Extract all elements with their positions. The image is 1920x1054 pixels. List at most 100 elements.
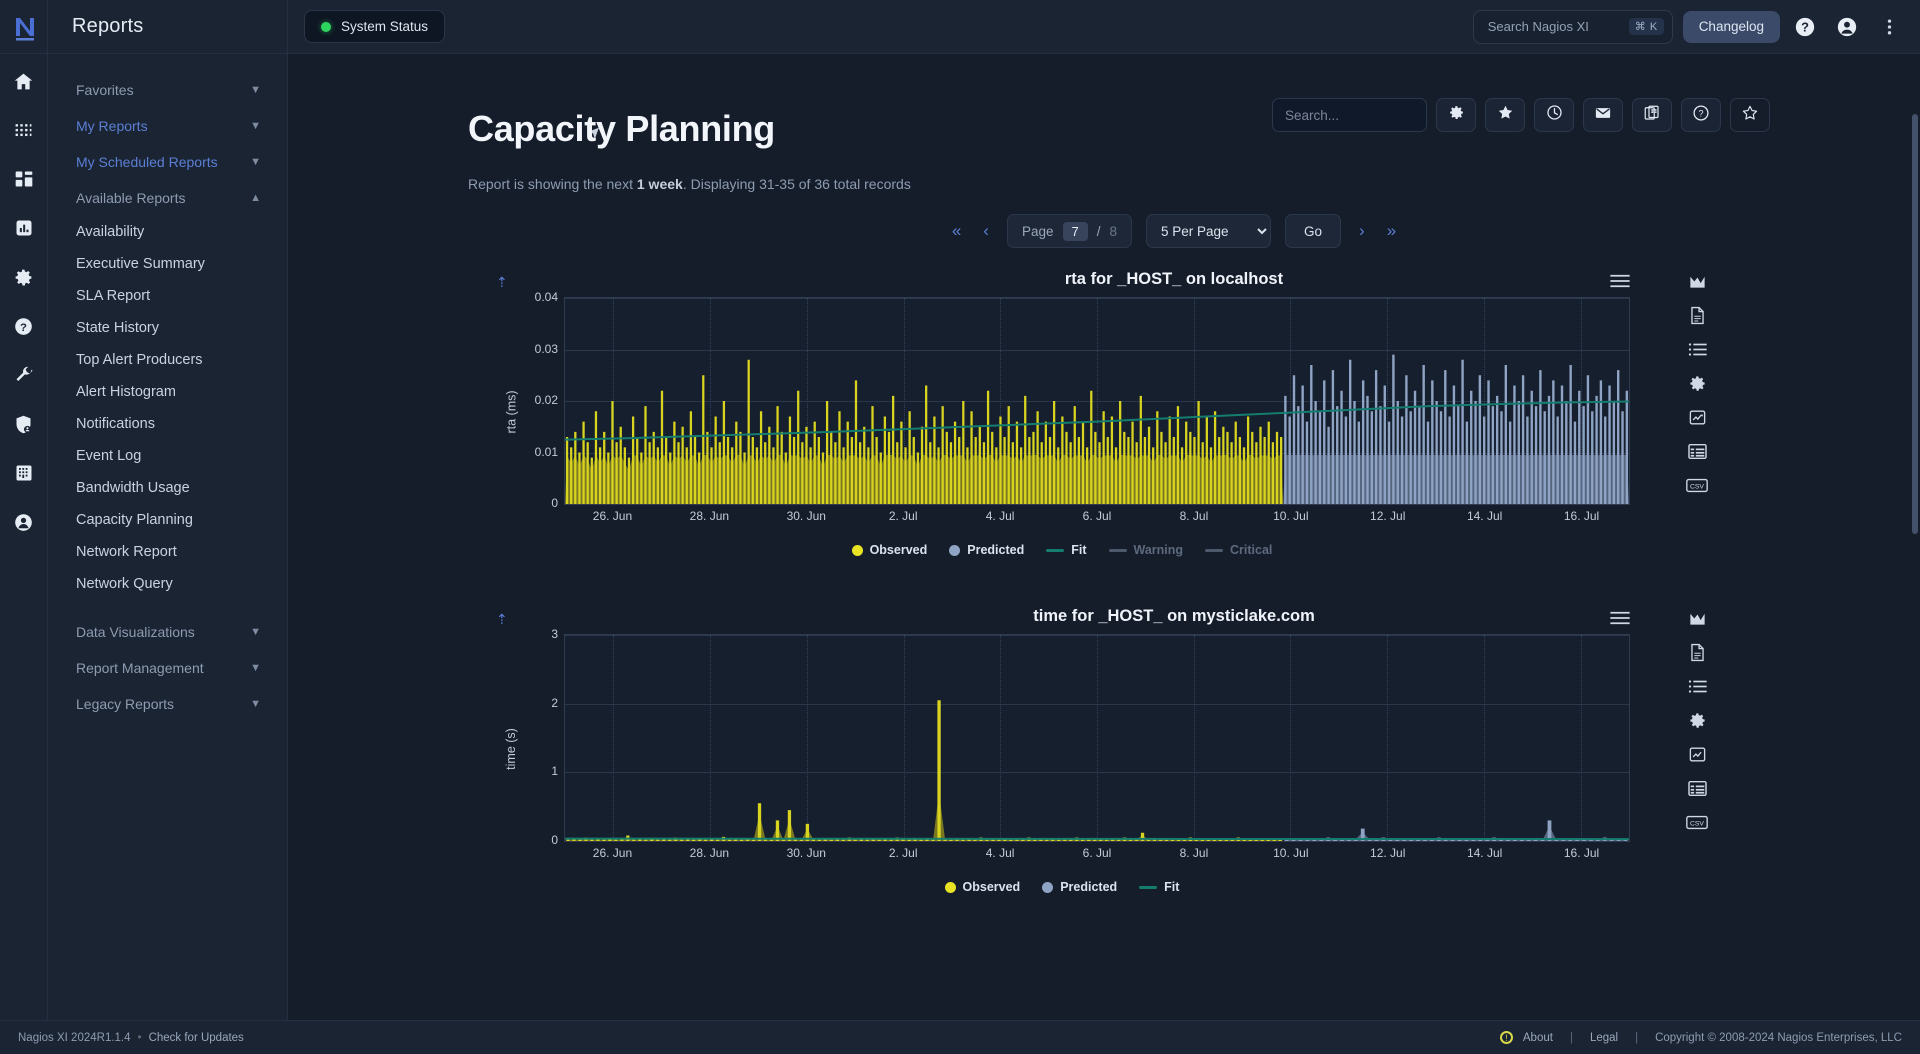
help-button[interactable]: ?	[1681, 98, 1721, 132]
area-chart-icon[interactable]	[1684, 607, 1710, 629]
sidebar-item-notifications[interactable]: Notifications	[48, 408, 287, 440]
series-layer	[565, 700, 1629, 841]
csv-icon[interactable]: CSV	[1684, 474, 1710, 496]
legend-item-critical[interactable]: Critical	[1205, 543, 1272, 557]
go-button[interactable]: Go	[1285, 214, 1342, 248]
list-icon[interactable]	[1684, 675, 1710, 697]
document-icon[interactable]	[1684, 304, 1710, 326]
account-icon[interactable]	[8, 507, 40, 537]
sidebar-group-legacy-reports[interactable]: Legacy Reports ▼	[48, 686, 287, 722]
reports-bar-icon[interactable]	[8, 213, 40, 243]
building-icon[interactable]	[8, 458, 40, 488]
sidebar-group-label: My Reports	[76, 118, 148, 134]
schedule-button[interactable]	[1534, 98, 1574, 132]
footer-copyright: Copyright © 2008-2024 Nagios Enterprises…	[1655, 1031, 1902, 1044]
legend-item-fit[interactable]: Fit	[1046, 543, 1087, 557]
legend-item-predicted[interactable]: Predicted	[1042, 880, 1117, 894]
image-chart-icon[interactable]	[1684, 743, 1710, 765]
legend-item-observed[interactable]: Observed	[851, 543, 928, 557]
next-page-button[interactable]: ›	[1355, 221, 1369, 241]
series-#d9d41f	[565, 700, 1284, 841]
account-icon[interactable]	[1830, 10, 1864, 44]
sidebar-item-alert-histogram[interactable]: Alert Histogram	[48, 376, 287, 408]
settings-button[interactable]	[1436, 98, 1476, 132]
pdf-button[interactable]: PDF	[1632, 98, 1672, 132]
table-icon[interactable]	[1684, 440, 1710, 462]
wrench-icon[interactable]	[8, 360, 40, 390]
table-icon[interactable]	[1684, 777, 1710, 799]
image-chart-icon[interactable]	[1684, 406, 1710, 428]
add-favorite-button[interactable]	[1730, 98, 1770, 132]
check-for-updates-link[interactable]: Check for Updates	[149, 1032, 244, 1044]
legal-link[interactable]: Legal	[1590, 1032, 1618, 1044]
info-icon: !	[1499, 1031, 1513, 1044]
first-page-button[interactable]: «	[948, 221, 965, 241]
sidebar-group-my-reports[interactable]: My Reports ▼	[48, 108, 287, 144]
changelog-button[interactable]: Changelog	[1682, 10, 1780, 43]
legend-label: Observed	[869, 543, 928, 557]
legend-item-warning[interactable]: Warning	[1108, 543, 1183, 557]
sidebar-item-top-alert-producers[interactable]: Top Alert Producers	[48, 344, 287, 376]
global-search-input[interactable]: Search Nagios XI ⌘ K	[1472, 9, 1673, 44]
pin-icon[interactable]: ⇡	[496, 611, 508, 628]
sidebar-item-sla-report[interactable]: SLA Report	[48, 280, 287, 312]
gear-icon[interactable]	[1684, 372, 1710, 394]
prev-page-button[interactable]: ‹	[979, 221, 993, 241]
chart-canvas[interactable]	[564, 634, 1630, 842]
sidebar-group-label: Legacy Reports	[76, 696, 175, 712]
legend-label: Fit	[1071, 543, 1087, 557]
per-page-select[interactable]: 5 Per Page10 Per Page25 Per Page50 Per P…	[1146, 214, 1272, 248]
gear-icon[interactable]	[1684, 709, 1710, 731]
sidebar-item-availability[interactable]: Availability	[48, 216, 287, 248]
page-label: Page	[1021, 223, 1054, 239]
favorite-button[interactable]	[1485, 98, 1525, 132]
sidebar-item-state-history[interactable]: State History	[48, 312, 287, 344]
legend-item-predicted[interactable]: Predicted	[949, 543, 1024, 557]
help-circle-icon[interactable]: ?	[8, 311, 40, 341]
sidebar-item-network-query[interactable]: Network Query	[48, 568, 287, 600]
csv-icon[interactable]: CSV	[1684, 811, 1710, 833]
last-page-button[interactable]: »	[1383, 221, 1400, 241]
x-tick-label: 30. Jun	[786, 846, 826, 860]
sidebar-group-data-visualizations[interactable]: Data Visualizations ▼	[48, 614, 287, 650]
x-tick-label: 10. Jul	[1273, 509, 1309, 523]
help-circle-icon[interactable]: ?	[1788, 10, 1822, 44]
email-button[interactable]	[1583, 98, 1623, 132]
sidebar-item-event-log[interactable]: Event Log	[48, 440, 287, 472]
page-number-input[interactable]: 7	[1062, 221, 1088, 241]
chart-menu-icon[interactable]	[1610, 274, 1630, 293]
area-chart-icon[interactable]	[1684, 270, 1710, 292]
chevron-down-icon: ▼	[250, 661, 261, 674]
about-link[interactable]: About	[1523, 1032, 1553, 1044]
chart-menu-icon[interactable]	[1610, 611, 1630, 630]
sidebar-group-report-management[interactable]: Report Management ▼	[48, 650, 287, 686]
chart-canvas[interactable]	[564, 297, 1630, 505]
sidebar-item-executive-summary[interactable]: Executive Summary	[48, 248, 287, 280]
gear-icon[interactable]	[8, 262, 40, 292]
home-icon[interactable]	[8, 66, 40, 96]
sidebar-group-favorites[interactable]: Favorites ▼	[48, 72, 287, 108]
sidebar-item-network-report[interactable]: Network Report	[48, 536, 287, 568]
page-indicator[interactable]: Page 7 / 8	[1006, 214, 1133, 248]
shield-user-icon[interactable]	[8, 409, 40, 439]
footer-divider: |	[1635, 1031, 1639, 1044]
sidebar-item-bandwidth-usage[interactable]: Bandwidth Usage	[48, 472, 287, 504]
sidebar-group-available-reports[interactable]: Available Reports ▲	[48, 180, 287, 216]
nagios-logo[interactable]	[0, 0, 48, 54]
apps-grid-icon[interactable]	[8, 115, 40, 145]
dashboard-icon[interactable]	[8, 164, 40, 194]
pagination: « ‹ Page 7 / 8 5 Per Page10 Per Page25 P…	[468, 214, 1880, 248]
sidebar-item-capacity-planning[interactable]: Capacity Planning	[48, 504, 287, 536]
list-icon[interactable]	[1684, 338, 1710, 360]
legend-item-fit[interactable]: Fit	[1139, 880, 1179, 894]
sidebar-group-my-scheduled-reports[interactable]: My Scheduled Reports ▼	[48, 144, 287, 180]
report-search-input[interactable]	[1272, 98, 1427, 132]
body-row: ? Favorites ▼ My Reports ▼ My Scheduled …	[0, 54, 1920, 1020]
legend-item-observed[interactable]: Observed	[944, 880, 1020, 894]
document-icon[interactable]	[1684, 641, 1710, 663]
pin-icon[interactable]: ⇡	[496, 274, 508, 291]
system-status-button[interactable]: System Status	[304, 10, 446, 43]
y-tick-label: 0	[551, 833, 558, 847]
overflow-menu-icon[interactable]	[1872, 10, 1906, 44]
x-tick-label: 10. Jul	[1273, 846, 1309, 860]
